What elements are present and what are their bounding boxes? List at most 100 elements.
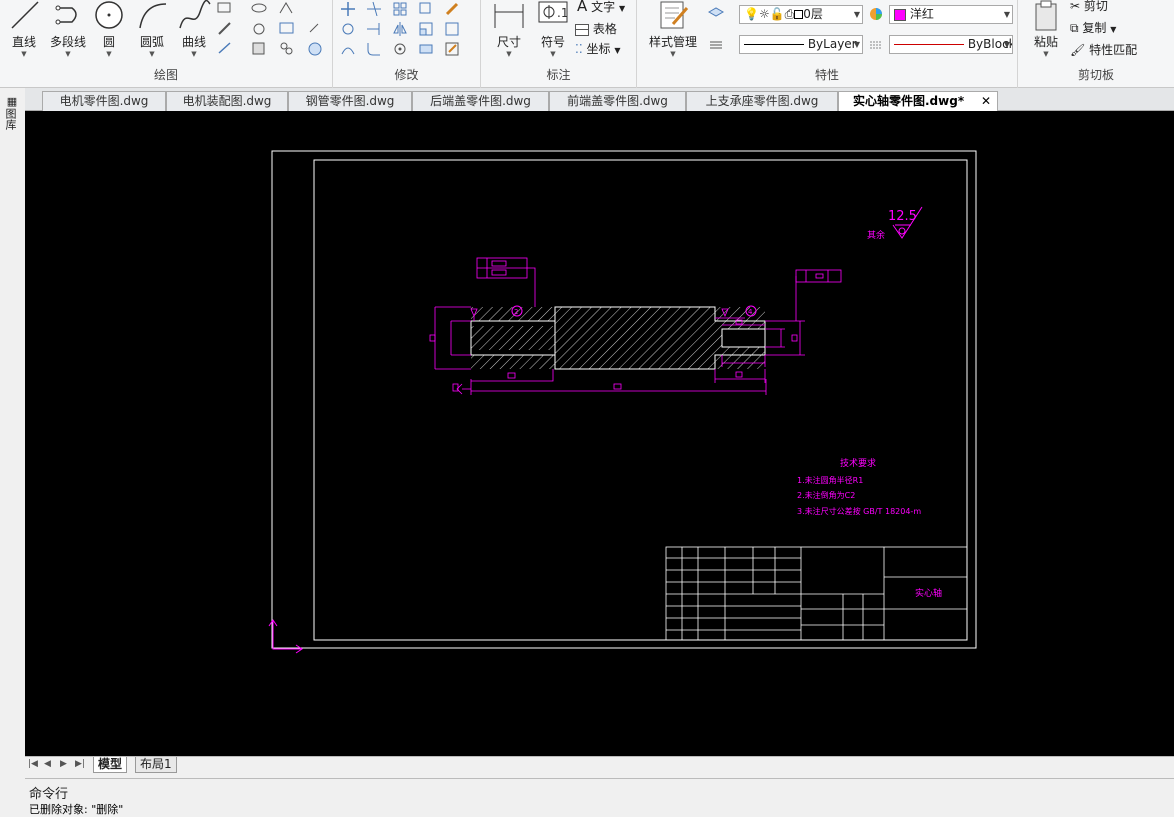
- dimension-button[interactable]: 尺寸 ▼: [489, 0, 529, 62]
- table-insert-button[interactable]: [278, 20, 298, 38]
- curve-button[interactable]: 曲线 ▼: [174, 0, 214, 62]
- style-manager-button[interactable]: 样式管理 ▼: [643, 0, 703, 62]
- library-button[interactable]: ▦ 图库: [4, 95, 20, 131]
- roughness-rest-label: 其余: [867, 229, 885, 241]
- point-button[interactable]: [306, 20, 326, 38]
- coords-icon: ⁚⁚: [575, 42, 583, 56]
- color-value: 洋红: [909, 7, 934, 21]
- circle-button[interactable]: 圆 ▼: [90, 0, 128, 62]
- cut-button[interactable]: ✂ 剪切: [1070, 0, 1108, 14]
- region-button[interactable]: [250, 20, 270, 38]
- copy-button[interactable]: ⧉ 复制 ▼: [1070, 19, 1116, 36]
- symbol-icon: .1: [538, 1, 568, 23]
- lineweight-select[interactable]: ByBlock ▼: [889, 35, 1013, 54]
- spline-icon: [279, 2, 293, 14]
- rectangle-button[interactable]: [216, 0, 236, 18]
- layer-manager-button[interactable]: [707, 4, 727, 22]
- file-tab[interactable]: 电机装配图.dwg: [166, 91, 288, 111]
- linetype-manager-button[interactable]: [707, 36, 727, 54]
- file-tab-label: 上支承座零件图.dwg: [705, 94, 819, 108]
- table-button[interactable]: 表格: [575, 20, 617, 37]
- clipboard-group-label: 剪切板: [1077, 68, 1114, 82]
- spline-button[interactable]: [278, 0, 298, 18]
- extend-button[interactable]: [365, 20, 385, 38]
- file-tab[interactable]: 电机零件图.dwg: [42, 91, 166, 111]
- text-button[interactable]: A 文字 ▼: [577, 0, 625, 15]
- hatch-icon: [252, 42, 265, 55]
- explode-button[interactable]: [391, 40, 411, 58]
- rotate-button[interactable]: [339, 20, 359, 38]
- symbol-button[interactable]: .1 符号 ▼: [533, 0, 573, 62]
- point-icon: [309, 23, 319, 33]
- copy-object-button[interactable]: [417, 0, 437, 18]
- first-tab-icon[interactable]: |◀: [28, 759, 38, 769]
- edit-button[interactable]: [443, 40, 463, 58]
- fillet-button[interactable]: [365, 40, 385, 58]
- boundary-button[interactable]: [278, 40, 298, 58]
- polyline-button[interactable]: 多段线 ▼: [46, 0, 90, 62]
- file-tab-bar: 电机零件图.dwg 电机装配图.dwg 钢管零件图.dwg 后端盖零件图.dwg…: [0, 88, 1174, 112]
- model-tab[interactable]: 模型: [93, 757, 128, 773]
- file-tab[interactable]: 上支承座零件图.dwg: [686, 91, 838, 111]
- join-button[interactable]: [417, 40, 437, 58]
- copy-label: 复制: [1082, 21, 1107, 35]
- match-properties-button[interactable]: 🖌 特性匹配: [1070, 41, 1137, 58]
- model-tab-label: 模型: [98, 757, 123, 771]
- scale-button[interactable]: [417, 20, 437, 38]
- paste-label: 粘贴: [1033, 35, 1058, 49]
- layout1-tab[interactable]: 布局1: [135, 757, 177, 773]
- curve-icon: [179, 0, 211, 29]
- svg-text:4: 4: [748, 308, 753, 316]
- ellipse-button[interactable]: [250, 0, 270, 18]
- arc-button[interactable]: 圆弧 ▼: [132, 0, 172, 62]
- file-tab-label: 电机零件图.dwg: [59, 94, 149, 108]
- line-button[interactable]: 直线 ▼: [4, 0, 44, 62]
- coords-button[interactable]: ⁚⁚ 坐标 ▼: [575, 40, 620, 57]
- mirror-icon: [393, 22, 407, 36]
- pen-button[interactable]: [216, 20, 236, 38]
- modify-group-label: 修改: [394, 68, 419, 82]
- wipeout-button[interactable]: [306, 40, 326, 58]
- next-tab-icon[interactable]: ▶: [60, 759, 67, 769]
- command-history: 已删除对象: "删除": [29, 803, 124, 816]
- paste-icon: [1035, 0, 1057, 31]
- stretch-button[interactable]: [443, 20, 463, 38]
- xline-button[interactable]: [216, 40, 236, 58]
- move-button[interactable]: [339, 0, 359, 18]
- layer-value: 0层: [803, 7, 823, 21]
- curve-label: 曲线: [181, 35, 206, 49]
- wipeout-icon: [308, 42, 322, 56]
- shaft-right-bore: [721, 328, 766, 348]
- command-line[interactable]: 命令行 已删除对象: "删除": [25, 778, 1174, 816]
- file-tab-active[interactable]: 实心轴零件图.dwg* ✕: [838, 91, 998, 112]
- prev-tab-icon[interactable]: ◀: [44, 759, 51, 769]
- drawing-canvas[interactable]: 12.5 其余 2 4 技术要求 1.未注圆角半径R1 2.未注倒角为C2 3.…: [25, 111, 1174, 756]
- scale-icon: [419, 22, 433, 36]
- file-tab[interactable]: 钢管零件图.dwg: [288, 91, 412, 111]
- color-wheel-button[interactable]: [867, 6, 887, 24]
- linetype-select[interactable]: ByLayer ▼: [739, 35, 863, 54]
- hatch-button[interactable]: [250, 40, 270, 58]
- array-icon: [393, 2, 407, 16]
- lineweight-manager-button[interactable]: [867, 36, 887, 54]
- close-icon[interactable]: ✕: [981, 92, 991, 111]
- offset-button[interactable]: [339, 40, 359, 58]
- layer-select[interactable]: 💡☼🔓⎙ 0层 ▼: [739, 5, 863, 24]
- mirror-button[interactable]: [391, 20, 411, 38]
- file-tab[interactable]: 前端盖零件图.dwg: [549, 91, 686, 111]
- file-tab[interactable]: 后端盖零件图.dwg: [412, 91, 549, 111]
- draw-group: 直线 ▼ 多段线 ▼ 圆 ▼ 圆弧 ▼ 曲线 ▼ 绘图: [0, 0, 333, 88]
- roughness-symbol: 12.5: [888, 206, 923, 239]
- color-select[interactable]: 洋红 ▼: [889, 5, 1013, 24]
- array-button[interactable]: [391, 0, 411, 18]
- last-tab-icon[interactable]: ▶|: [75, 759, 85, 769]
- library-icon: ▦: [6, 95, 18, 108]
- notes-title: 技术要求: [840, 457, 876, 469]
- library-label: 图库: [4, 108, 17, 130]
- paste-button[interactable]: 粘贴 ▼: [1026, 0, 1066, 62]
- trim-button[interactable]: [365, 0, 385, 18]
- style-manager-label: 样式管理: [648, 35, 697, 49]
- annotate-group: 尺寸 ▼ .1 符号 ▼ A 文字 ▼ 表格 ⁚⁚ 坐标 ▼ 标注: [481, 0, 637, 88]
- line-label: 直线: [11, 35, 36, 49]
- erase-button[interactable]: [443, 0, 463, 18]
